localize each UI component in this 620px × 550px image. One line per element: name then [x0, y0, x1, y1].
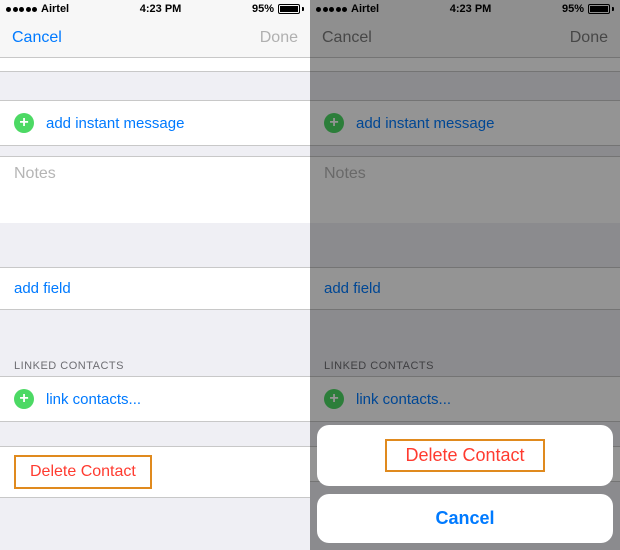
link-contacts-label: link contacts... [46, 391, 141, 408]
contact-edit-content[interactable]: + add instant message Notes add field LI… [0, 58, 310, 550]
delete-contact-label: Delete Contact [30, 463, 136, 480]
notes-field[interactable]: Notes [0, 156, 310, 223]
delete-contact-row[interactable]: Delete Contact [0, 446, 310, 498]
linked-contacts-header: LINKED CONTACTS [0, 354, 310, 376]
battery-pct: 95% [252, 3, 274, 15]
clock-label: 4:23 PM [140, 3, 182, 15]
action-sheet: Delete Contact Cancel [317, 425, 613, 543]
done-button[interactable]: Done [260, 29, 298, 47]
cancel-button[interactable]: Cancel [12, 29, 62, 47]
sheet-delete-button[interactable]: Delete Contact [317, 425, 613, 486]
link-contacts-row[interactable]: + link contacts... [0, 376, 310, 422]
add-im-label: add instant message [46, 115, 184, 132]
notes-placeholder: Notes [14, 165, 56, 182]
sheet-delete-label: Delete Contact [405, 445, 524, 465]
plus-icon: + [14, 389, 34, 409]
battery-icon [278, 4, 304, 14]
signal-dots-icon [6, 7, 37, 12]
carrier-label: Airtel [41, 3, 69, 15]
add-field-row[interactable]: add field [0, 267, 310, 310]
status-bar: Airtel 4:23 PM 95% [0, 0, 310, 18]
add-field-label: add field [14, 280, 71, 297]
nav-bar: Cancel Done [0, 18, 310, 58]
sheet-cancel-button[interactable]: Cancel [317, 494, 613, 543]
add-instant-message-row[interactable]: + add instant message [0, 100, 310, 146]
plus-icon: + [14, 113, 34, 133]
